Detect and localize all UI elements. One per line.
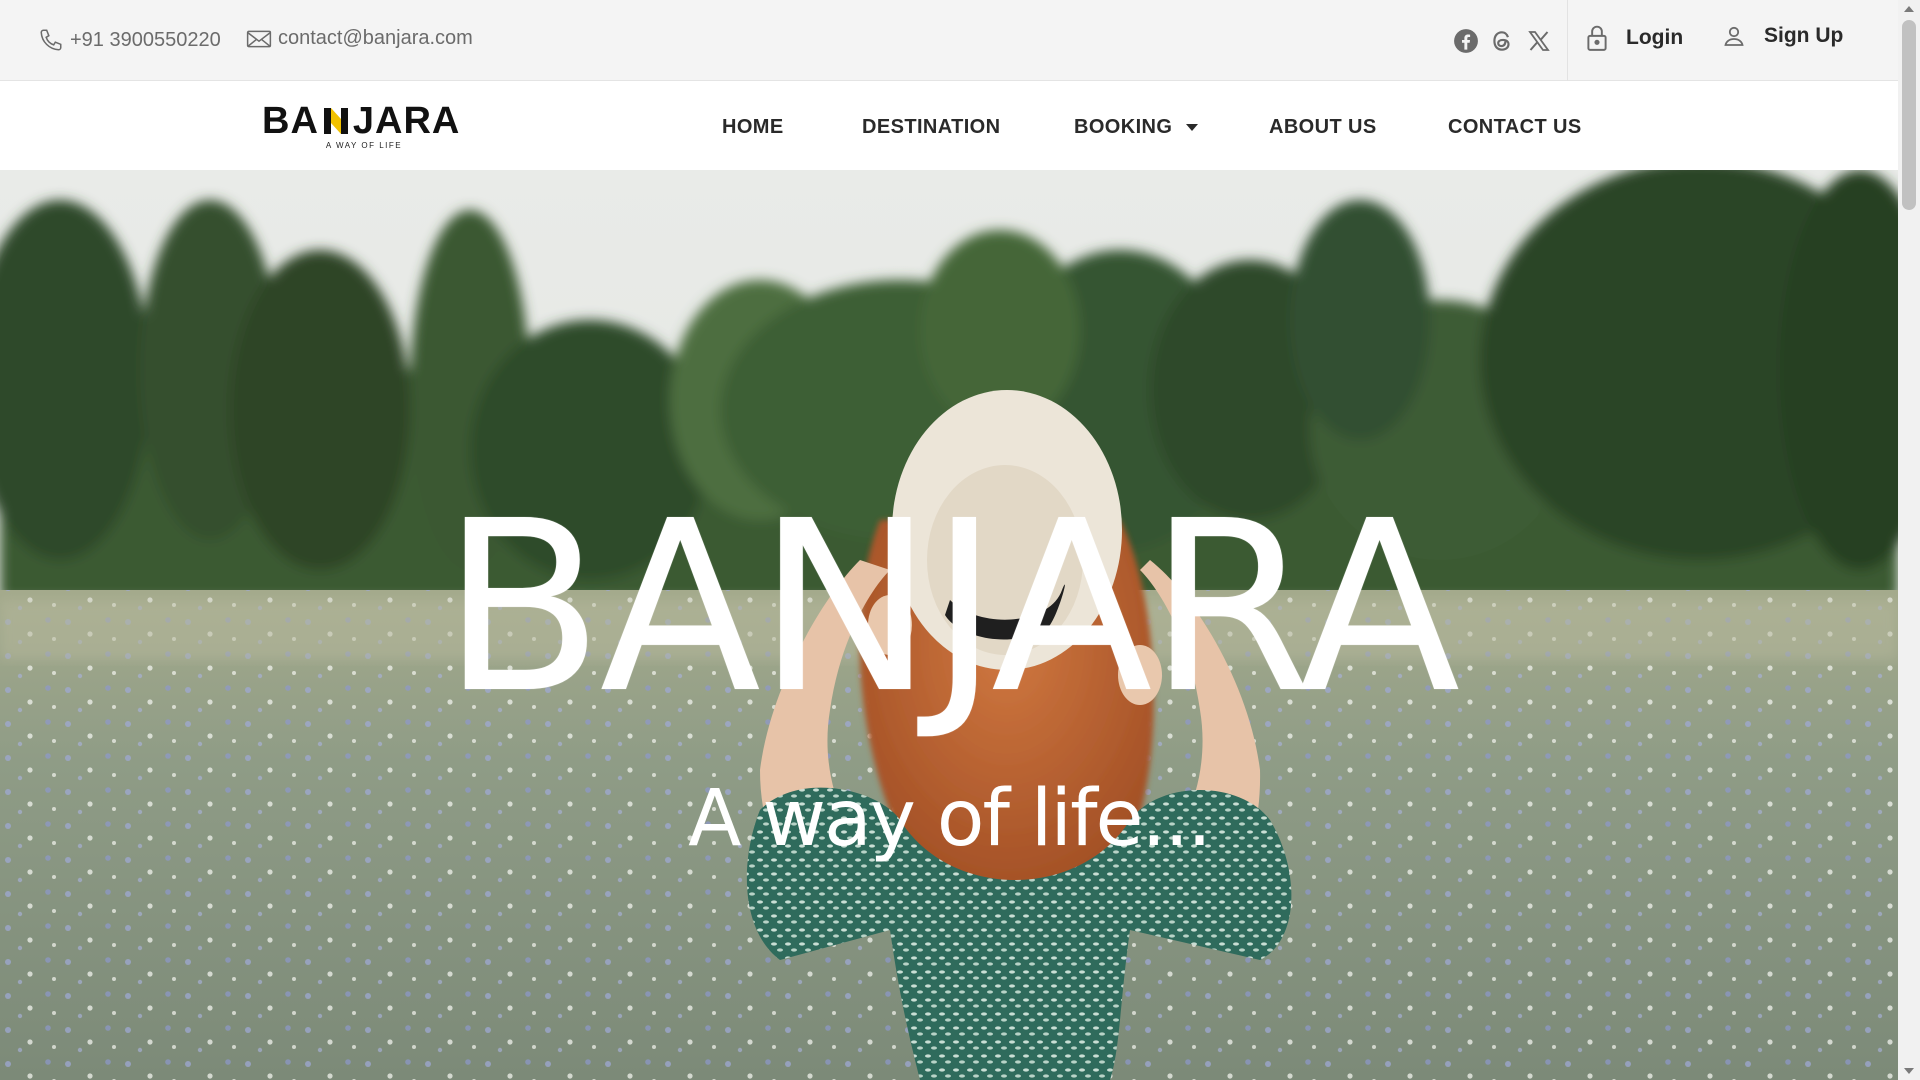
user-icon: [1724, 26, 1744, 46]
signup-button[interactable]: Sign Up: [1722, 24, 1843, 48]
nav-booking-label: BOOKING: [1074, 116, 1173, 138]
scroll-up-arrow-icon[interactable]: [1904, 6, 1914, 12]
logo-tagline: A WAY OF LIFE: [325, 141, 403, 150]
phone-icon: [40, 29, 62, 51]
brand-logo[interactable]: BA JARA A WAY OF LIFE: [262, 100, 462, 153]
scroll-down-arrow-icon[interactable]: [1904, 1068, 1914, 1074]
hero-title: BANJARA: [441, 470, 1461, 745]
top-utility-bar: +91 3900550220 contact@banjara.com Login…: [0, 0, 1898, 81]
page-scrollbar[interactable]: [1898, 0, 1920, 1080]
logo-text-right: JARA: [352, 100, 461, 142]
nav-about-us[interactable]: ABOUT US: [1269, 116, 1377, 139]
email-contact[interactable]: contact@banjara.com: [246, 27, 473, 50]
phone-number: +91 3900550220: [70, 28, 221, 51]
signup-label: Sign Up: [1764, 24, 1844, 47]
logo-wordmark: BA JARA: [262, 100, 462, 142]
login-label: Login: [1626, 26, 1684, 49]
nav-destination[interactable]: DESTINATION: [862, 116, 1000, 139]
nav-home-label: HOME: [722, 116, 784, 138]
logo-n-mark: [323, 108, 348, 134]
threads-icon: [1493, 31, 1510, 51]
hero-section: BANJARA A way of life...: [0, 170, 1898, 1080]
envelope-icon: [246, 30, 272, 47]
scrollbar-thumb[interactable]: [1902, 20, 1916, 210]
logo-text-left: BA: [262, 100, 319, 142]
nav-booking-dropdown[interactable]: BOOKING: [1074, 116, 1199, 139]
nav-contact-label: CONTACT US: [1448, 116, 1582, 138]
threads-link[interactable]: [1487, 26, 1517, 56]
facebook-link[interactable]: [1451, 26, 1481, 56]
nav-contact-us[interactable]: CONTACT US: [1448, 116, 1582, 139]
lock-icon: [1587, 25, 1607, 51]
email-address: contact@banjara.com: [278, 27, 473, 49]
topbar-divider: [1567, 0, 1568, 81]
facebook-icon: [1454, 29, 1478, 53]
nav-destination-label: DESTINATION: [862, 116, 1001, 138]
x-icon: [1528, 31, 1550, 51]
main-navbar: BA JARA A WAY OF LIFE HOME DESTINATION B…: [0, 81, 1898, 170]
phone-contact[interactable]: +91 3900550220: [38, 27, 221, 53]
page: +91 3900550220 contact@banjara.com Login…: [0, 0, 1898, 1080]
x-link[interactable]: [1524, 26, 1554, 56]
nav-about-label: ABOUT US: [1269, 116, 1377, 138]
login-button[interactable]: Login: [1586, 24, 1683, 52]
caret-down-icon: [1186, 124, 1199, 131]
nav-home[interactable]: HOME: [722, 116, 784, 139]
hero-subtitle: A way of life...: [688, 774, 1212, 864]
